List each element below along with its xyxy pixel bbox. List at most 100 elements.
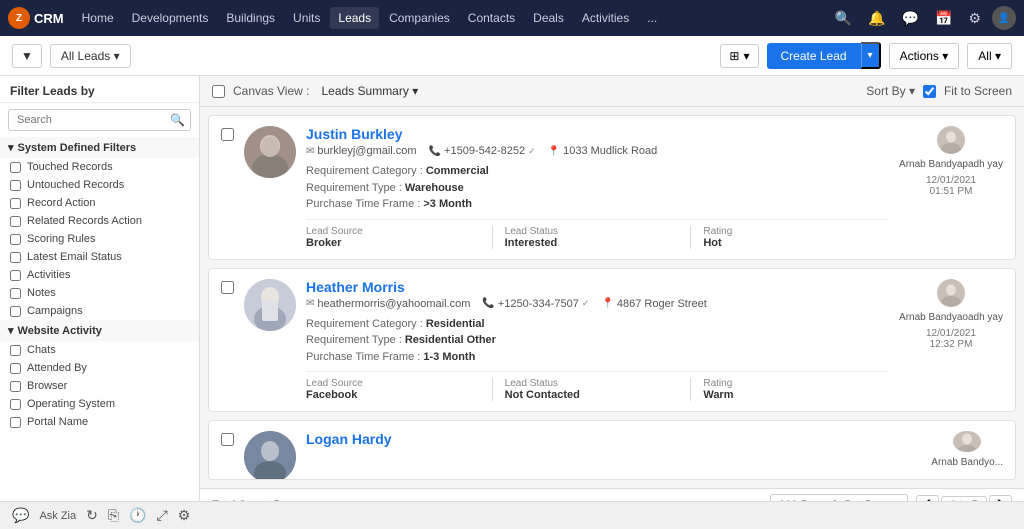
avatar-svg-heather	[244, 279, 296, 331]
filter-portal-name[interactable]: Portal Name	[0, 413, 199, 431]
avatar-svg-logan	[244, 431, 296, 480]
lead-card-justin: Justin Burkley ✉ burkleyj@gmail.com 📞 +1…	[208, 115, 1016, 260]
search-icon[interactable]: 🔍	[830, 7, 857, 30]
fit-to-screen-checkbox[interactable]	[923, 85, 936, 98]
email-icon-heather: ✉	[306, 298, 314, 309]
nav-units[interactable]: Units	[285, 7, 328, 29]
filter-activities[interactable]: Activities	[0, 266, 199, 284]
activities-checkbox[interactable]	[10, 270, 21, 281]
chats-checkbox[interactable]	[10, 345, 21, 356]
card-checkbox-heather[interactable]	[221, 281, 234, 294]
all-dropdown[interactable]: All ▾	[967, 43, 1012, 69]
search-input[interactable]	[8, 109, 191, 131]
untouched-records-label: Untouched Records	[27, 179, 124, 191]
nav-companies[interactable]: Companies	[381, 7, 458, 29]
lead-name-justin[interactable]: Justin Burkley	[306, 126, 889, 142]
next-page-button[interactable]: ❯	[989, 495, 1012, 501]
calendar-icon[interactable]: 📅	[930, 7, 957, 30]
expand-icon[interactable]: ⤢	[157, 507, 168, 524]
chats-label: Chats	[27, 344, 56, 356]
phone-value-justin: +1509-542-8252	[444, 145, 525, 157]
card-checkbox-justin[interactable]	[221, 128, 234, 141]
nav-leads[interactable]: Leads	[330, 7, 379, 29]
create-lead-main-button[interactable]: Create Lead	[767, 43, 861, 69]
filter-button[interactable]: ▼	[12, 44, 42, 68]
operating-system-checkbox[interactable]	[10, 399, 21, 410]
touched-records-checkbox[interactable]	[10, 162, 21, 173]
bottom-bar: 💬 Ask Zia ↻ ⎘ 🕐 ⤢ ⚙	[0, 501, 1024, 529]
share-icon[interactable]: ⎘	[108, 507, 119, 524]
nav-developments[interactable]: Developments	[124, 7, 217, 29]
browser-label: Browser	[27, 380, 67, 392]
chat-icon[interactable]: 💬	[897, 7, 924, 30]
notes-checkbox[interactable]	[10, 288, 21, 299]
filter-notes[interactable]: Notes	[0, 284, 199, 302]
content-area: Canvas View : Leads Summary ▾ Sort By ▾ …	[200, 76, 1024, 501]
nav-home[interactable]: Home	[74, 7, 122, 29]
website-activity-header[interactable]: ▾ Website Activity	[0, 320, 199, 341]
filter-chats[interactable]: Chats	[0, 341, 199, 359]
nav-more[interactable]: ...	[639, 7, 665, 29]
attended-by-checkbox[interactable]	[10, 363, 21, 374]
latest-email-status-checkbox[interactable]	[10, 252, 21, 263]
card-checkbox-logan[interactable]	[221, 433, 234, 446]
contact-row-justin: ✉ burkleyj@gmail.com 📞 +1509-542-8252 ✓ …	[306, 145, 889, 157]
filter-record-action[interactable]: Record Action	[0, 194, 199, 212]
campaigns-checkbox[interactable]	[10, 306, 21, 317]
filter-latest-email-status[interactable]: Latest Email Status	[0, 248, 199, 266]
lead-name-logan[interactable]: Logan Hardy	[306, 431, 921, 447]
create-lead-arrow-button[interactable]: ▾	[861, 42, 881, 69]
lead-name-heather[interactable]: Heather Morris	[306, 279, 889, 295]
nav-buildings[interactable]: Buildings	[218, 7, 283, 29]
settings-icon[interactable]: ⚙	[963, 7, 986, 30]
lead-card-heather: Heather Morris ✉ heathermorris@yahoomail…	[208, 268, 1016, 413]
related-records-action-checkbox[interactable]	[10, 216, 21, 227]
chat-bubble-icon[interactable]: 💬	[12, 507, 29, 524]
refresh-icon[interactable]: ↻	[86, 507, 98, 524]
view-arrow: ▾	[743, 49, 749, 63]
select-all-checkbox[interactable]	[212, 85, 225, 98]
browser-checkbox[interactable]	[10, 381, 21, 392]
portal-name-checkbox[interactable]	[10, 417, 21, 428]
records-per-page-dropdown[interactable]: 100 Records Per Page ▾	[770, 494, 908, 501]
nav-activities[interactable]: Activities	[574, 7, 637, 29]
filter-attended-by[interactable]: Attended By	[0, 359, 199, 377]
view-toggle-button[interactable]: ⊞ ▾	[720, 44, 758, 68]
actions-label: Actions ▾	[900, 49, 949, 63]
system-filters-header[interactable]: ▾ System Defined Filters	[0, 137, 199, 158]
filter-operating-system[interactable]: Operating System	[0, 395, 199, 413]
sort-by-dropdown[interactable]: Sort By ▾	[866, 84, 915, 98]
actions-dropdown[interactable]: Actions ▾	[889, 43, 960, 69]
assignee-date-heather: 12/01/2021 12:32 PM	[926, 328, 976, 350]
lead-source-value-justin: Broker	[306, 237, 480, 249]
address-icon-heather: 📍	[601, 298, 613, 309]
address-value-heather: 4867 Roger Street	[617, 298, 707, 310]
purchase-time-value-justin: >3 Month	[423, 198, 472, 210]
filter-campaigns[interactable]: Campaigns	[0, 302, 199, 320]
untouched-records-checkbox[interactable]	[10, 180, 21, 191]
filter-untouched-records[interactable]: Untouched Records	[0, 176, 199, 194]
all-leads-dropdown[interactable]: All Leads ▾	[50, 44, 131, 68]
avatar-logan	[244, 431, 296, 480]
settings-bottom-icon[interactable]: ⚙	[178, 507, 191, 524]
filter-touched-records[interactable]: Touched Records	[0, 158, 199, 176]
address-value-justin: 1033 Mudlick Road	[563, 145, 657, 157]
bell-icon[interactable]: 🔔	[863, 7, 890, 30]
purchase-time-heather: Purchase Time Frame : 1-3 Month	[306, 349, 889, 366]
lead-source-value-heather: Facebook	[306, 389, 480, 401]
filter-related-records-action[interactable]: Related Records Action	[0, 212, 199, 230]
prev-page-button[interactable]: ❮	[916, 495, 939, 501]
clock-icon[interactable]: 🕐	[129, 507, 146, 524]
app-logo[interactable]: Z CRM	[8, 7, 64, 29]
nav-deals[interactable]: Deals	[525, 7, 572, 29]
record-action-checkbox[interactable]	[10, 198, 21, 209]
filter-scoring-rules[interactable]: Scoring Rules	[0, 230, 199, 248]
ask-zia-button[interactable]: Ask Zia	[39, 510, 76, 522]
email-icon-justin: ✉	[306, 146, 314, 157]
user-avatar[interactable]: 👤	[992, 6, 1016, 30]
canvas-summary-dropdown[interactable]: Leads Summary ▾	[317, 82, 422, 100]
scoring-rules-checkbox[interactable]	[10, 234, 21, 245]
filter-browser[interactable]: Browser	[0, 377, 199, 395]
rating-stat-justin: Rating Hot	[703, 226, 889, 249]
nav-contacts[interactable]: Contacts	[460, 7, 523, 29]
